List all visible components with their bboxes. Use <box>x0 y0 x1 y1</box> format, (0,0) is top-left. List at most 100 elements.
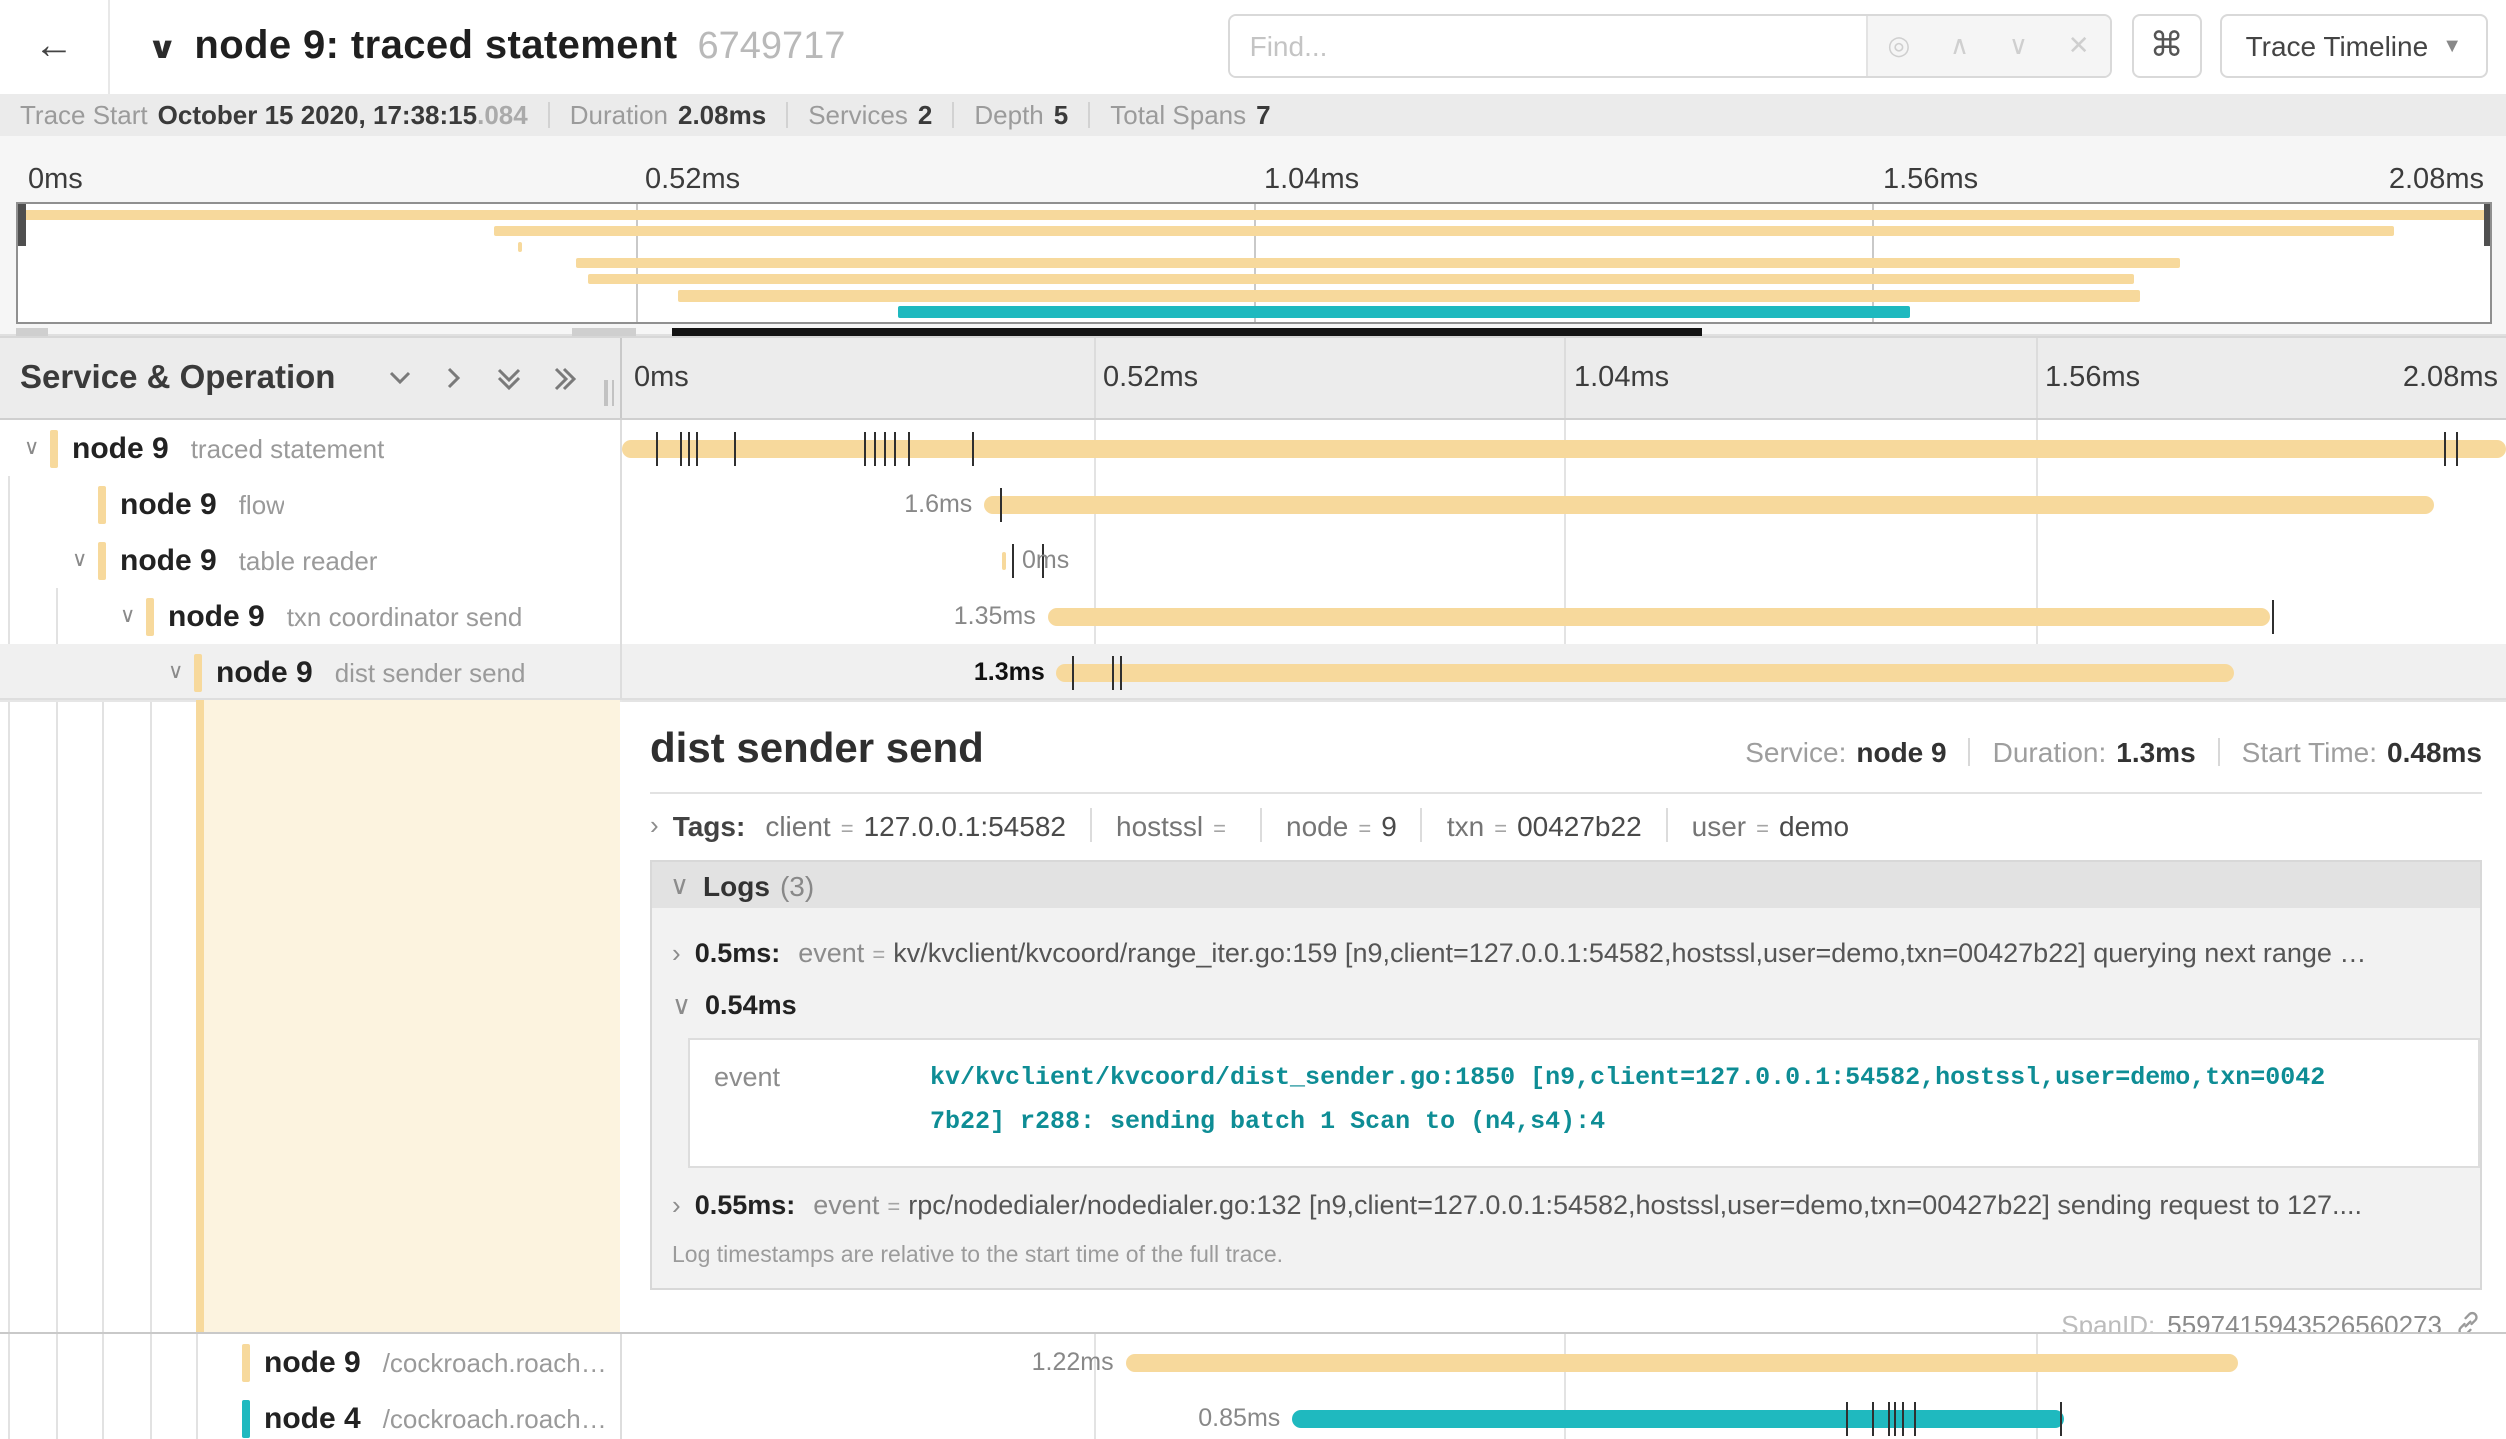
chevron-right-icon: › <box>650 810 659 840</box>
operation-name: /cockroach.roachpb.I… <box>383 1403 620 1433</box>
service-color-bar <box>194 653 202 691</box>
page-title: node 9: traced statement <box>194 24 677 70</box>
service-name: node 9 <box>216 655 313 689</box>
log-tick-marker <box>875 431 877 465</box>
operation-name: txn coordinator send <box>287 601 523 631</box>
span-row[interactable]: ∨node 9table reader0ms <box>0 532 2506 588</box>
stat-value: 2.08ms <box>678 100 766 130</box>
operation-name: traced statement <box>191 433 385 463</box>
log-entry[interactable]: ›0.5ms:event=kv/kvclient/kvcoord/range_i… <box>672 938 2456 968</box>
stat-label: Trace Start <box>20 100 148 130</box>
ruler-tick-label: 2.08ms <box>2389 164 2484 196</box>
log-tick-marker <box>2444 431 2446 465</box>
trace-id: 6749717 <box>697 25 845 69</box>
expand-all-icon[interactable] <box>550 363 580 393</box>
span-bar[interactable] <box>1002 551 1006 569</box>
timeline-ruler: 0ms0.52ms1.04ms1.56ms2.08ms <box>622 338 2506 418</box>
tag-chip: hostssl= <box>1116 809 1236 841</box>
collapse-one-icon[interactable] <box>386 364 414 392</box>
log-tick-marker <box>679 431 681 465</box>
collapse-all-icon[interactable] <box>494 363 524 393</box>
collapse-trace-chevron-icon[interactable]: ∨ <box>147 29 177 65</box>
locate-icon[interactable]: ◎ <box>1888 30 1911 62</box>
span-bar[interactable] <box>622 439 2506 457</box>
minimap-right-handle[interactable] <box>2483 204 2490 246</box>
top-bar: ← ∨ node 9: traced statement 6749717 ◎ ∧… <box>0 0 2506 94</box>
minimap-canvas[interactable] <box>16 202 2492 324</box>
span-row[interactable]: node 9/cockroach.roachpb.I…1.22ms <box>0 1334 2506 1390</box>
column-resizer[interactable] <box>604 380 614 406</box>
service-color-bar <box>98 541 106 579</box>
chevron-down-icon[interactable]: ∨ <box>72 548 98 572</box>
caret-down-icon[interactable]: ∨ <box>2009 30 2028 62</box>
span-detail-row: dist sender send Service:node 9Duration:… <box>0 700 2506 1334</box>
service-color-bar <box>98 485 106 523</box>
trace-timeline-dropdown[interactable]: Trace Timeline ▼ <box>2220 14 2488 78</box>
chevron-down-icon[interactable]: ∨ <box>120 604 146 628</box>
detail-meta-label: Service: <box>1745 736 1846 768</box>
span-id-row: SpanID: 5597415943526560273 <box>650 1310 2482 1333</box>
chevron-down-icon[interactable]: ∨ <box>168 660 194 684</box>
log-tick-marker <box>734 431 736 465</box>
log-entry-expanded[interactable]: ∨0.54ms <box>672 990 2456 1022</box>
span-row[interactable]: ∨node 9txn coordinator send1.35ms <box>0 588 2506 644</box>
log-tick-marker <box>2271 599 2273 633</box>
minimap-span-bar <box>679 290 2140 301</box>
logs-note: Log timestamps are relative to the start… <box>672 1244 2456 1268</box>
log-field-value: kv/kvclient/kvcoord/dist_sender.go:1850 … <box>930 1040 2330 1166</box>
log-tick-marker <box>1000 487 1002 521</box>
ruler-tick-label: 0ms <box>634 362 689 394</box>
stat-value: October 15 2020, 17:38:15 <box>158 100 477 130</box>
detail-meta-label: Start Time: <box>2242 736 2377 768</box>
span-row[interactable]: node 4/cockroach.roachpb.I…0.85ms <box>0 1390 2506 1439</box>
find-input[interactable] <box>1230 16 1866 76</box>
span-bar[interactable] <box>1057 663 2235 681</box>
detail-meta-value: 0.48ms <box>2387 736 2482 768</box>
tags-row[interactable]: ›Tags:client=127.0.0.1:54582hostssl=node… <box>650 808 2482 842</box>
selected-span-accent <box>195 700 203 1332</box>
service-name: node 4 <box>264 1401 361 1435</box>
log-tick-marker <box>1072 655 1074 689</box>
span-duration-label: 1.6ms <box>904 490 972 518</box>
expand-one-icon[interactable] <box>440 364 468 392</box>
span-bar[interactable] <box>1048 607 2271 625</box>
span-row[interactable]: ∨node 9traced statement <box>0 420 2506 476</box>
minimap-marker <box>16 328 48 335</box>
caret-up-icon[interactable]: ∧ <box>1950 30 1969 62</box>
service-operation-title: Service & Operation <box>20 359 335 397</box>
back-button[interactable]: ← <box>0 0 110 94</box>
ruler-tick-label: 1.04ms <box>1264 164 1359 196</box>
service-color-bar <box>146 597 154 635</box>
span-detail-meta: Service:node 9Duration:1.3msStart Time:0… <box>1745 736 2482 768</box>
tag-chip: user=demo <box>1692 809 1849 841</box>
log-tick-marker <box>2456 431 2458 465</box>
service-name: node 9 <box>264 1345 361 1379</box>
log-tick-marker <box>1895 1401 1897 1435</box>
ruler-tick-label: 2.08ms <box>2403 362 2498 394</box>
span-row[interactable]: ∨node 9dist sender send1.3ms <box>0 644 2506 700</box>
keyboard-shortcuts-button[interactable]: ⌘ <box>2132 14 2202 78</box>
detail-meta-label: Duration: <box>1993 736 2107 768</box>
logs-header[interactable]: ∨ Logs (3) <box>652 862 2480 908</box>
log-entry[interactable]: ›0.55ms:event=rpc/nodedialer/nodedialer.… <box>672 1190 2456 1220</box>
chevron-down-icon[interactable]: ∨ <box>24 436 50 460</box>
span-detail-panel: dist sender send Service:node 9Duration:… <box>622 700 2506 1332</box>
log-fields-table: eventkv/kvclient/kvcoord/dist_sender.go:… <box>688 1038 2480 1168</box>
ruler-tick-label: 1.56ms <box>1883 164 1978 196</box>
span-row[interactable]: node 9flow1.6ms <box>0 476 2506 532</box>
span-bar[interactable] <box>1292 1409 2064 1427</box>
span-duration-label: 1.35ms <box>954 602 1036 630</box>
span-bar[interactable] <box>1126 1353 2239 1371</box>
tag-chip: node=9 <box>1286 809 1397 841</box>
ruler-tick-label: 1.56ms <box>2045 362 2140 394</box>
span-bar[interactable] <box>984 495 2433 513</box>
minimap-ruler: 0ms0.52ms1.04ms1.56ms2.08ms <box>16 164 2492 200</box>
copy-link-icon[interactable] <box>2454 1311 2482 1333</box>
minimap-scroll-indicator[interactable] <box>672 328 1702 335</box>
detail-meta-value: node 9 <box>1856 736 1946 768</box>
minimap-left-handle[interactable] <box>18 204 25 246</box>
chevron-down-icon: ∨ <box>670 869 689 901</box>
clear-icon[interactable]: ✕ <box>2068 30 2090 62</box>
minimap-span-bar <box>517 241 522 252</box>
span-id-value: 5597415943526560273 <box>2167 1310 2442 1333</box>
